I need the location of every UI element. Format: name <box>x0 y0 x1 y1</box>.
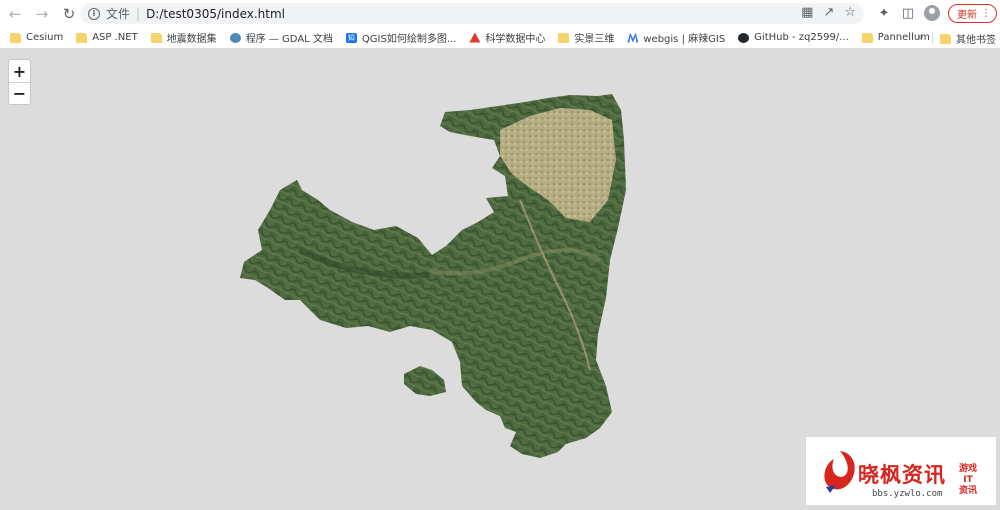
update-button[interactable]: 更新 ⋮ <box>948 3 997 23</box>
bookmarks-bar: Cesium ASP .NET 地震数据集 程序 — GDAL 文档 知 QGI… <box>0 27 1000 49</box>
bookmark-github[interactable]: GitHub - zq2599/... <box>738 32 849 43</box>
folder-icon <box>940 33 951 44</box>
folder-icon <box>150 32 162 43</box>
folder-icon <box>861 32 873 43</box>
address-bar[interactable]: i 文件 | D:/test0305/index.html ▦ ↗ ☆ <box>80 3 864 24</box>
reload-icon[interactable]: ↻ <box>57 2 81 26</box>
other-bookmarks[interactable]: 其他书签 <box>940 31 996 46</box>
bookmark-earthquake-data[interactable]: 地震数据集 <box>150 30 217 45</box>
extensions-icon[interactable]: ✦ <box>876 3 892 23</box>
folder-icon <box>558 32 570 43</box>
bookmark-cesium[interactable]: Cesium <box>10 32 63 43</box>
bookmark-realscene-3d[interactable]: 实景三维 <box>558 30 614 45</box>
watermark-title: 晓枫资讯 <box>858 463 946 487</box>
github-icon <box>738 32 750 43</box>
region-island[interactable] <box>404 366 446 396</box>
folder-icon <box>10 32 21 43</box>
menu-dots-icon: ⋮ <box>981 7 991 19</box>
profile-avatar[interactable] <box>924 5 940 21</box>
update-label: 更新 <box>957 9 977 21</box>
science-icon <box>469 32 481 43</box>
malagis-icon <box>627 32 639 43</box>
info-icon[interactable]: i <box>88 7 100 20</box>
back-arrow-icon[interactable]: ← <box>3 2 27 26</box>
folder-icon <box>76 32 88 43</box>
scheme-label: 文件 <box>106 7 131 21</box>
bookmark-aspnet[interactable]: ASP .NET <box>76 32 138 43</box>
star-icon[interactable]: ☆ <box>844 5 856 20</box>
zoom-in-button[interactable]: + <box>9 60 30 82</box>
url-text[interactable]: D:/test0305/index.html <box>146 7 285 21</box>
translate-icon[interactable]: ▦ <box>801 5 813 20</box>
browser-toolbar: ← → ↻ i 文件 | D:/test0305/index.html ▦ ↗ … <box>0 0 1000 27</box>
bookmark-science-data[interactable]: 科学数据中心 <box>469 30 545 45</box>
zhihu-icon: 知 <box>345 32 357 43</box>
zoom-out-button[interactable]: − <box>9 82 30 104</box>
bookmark-qgis-zhihu[interactable]: 知 QGIS如何绘制多图... <box>345 30 456 45</box>
watermark-url: bbs.yzwlo.com <box>872 489 943 499</box>
watermark: 晓枫资讯 bbs.yzwlo.com 游戏 IT 资讯 <box>806 437 996 505</box>
side-panel-icon[interactable]: ◫ <box>900 3 916 23</box>
zoom-control: + − <box>8 59 31 105</box>
share-icon[interactable]: ↗ <box>823 5 834 20</box>
bookmarks-overflow-chevron-icon[interactable]: » <box>917 30 924 43</box>
gdal-icon <box>229 32 241 43</box>
bookmark-gdal-docs[interactable]: 程序 — GDAL 文档 <box>229 30 333 45</box>
watermark-logo-icon <box>824 451 855 493</box>
bookmark-malagis[interactable]: webgis | 麻辣GIS <box>627 30 725 45</box>
watermark-side-text: 游戏 IT 资讯 <box>958 464 977 496</box>
forward-arrow-icon[interactable]: → <box>30 2 54 26</box>
